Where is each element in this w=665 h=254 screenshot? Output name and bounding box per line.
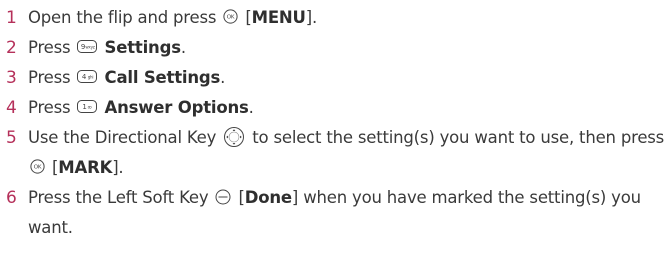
step-text: Press [28, 68, 71, 87]
step-number: 3 [6, 68, 17, 88]
step-6: 6 Press the Left Soft Key [Done] when yo… [6, 183, 665, 243]
svg-text:OK: OK [34, 165, 42, 171]
step-2: 2 Press 9 wxyz Settings. [6, 33, 665, 63]
step-text: Use the Directional Key [28, 128, 217, 147]
step-number: 4 [6, 98, 17, 118]
step-number: 2 [6, 38, 17, 58]
ok-key-icon: OK [223, 9, 238, 24]
settings-label: Settings [104, 38, 181, 57]
done-label: Done [244, 188, 292, 207]
call-settings-label: Call Settings [104, 68, 221, 87]
mark-label: MARK [58, 158, 113, 177]
svg-text:1: 1 [83, 103, 87, 111]
step-text: Press [28, 98, 71, 117]
svg-text:OK: OK [227, 15, 235, 21]
left-soft-key-icon [215, 189, 231, 205]
key-4-icon: 4 ghi [77, 70, 98, 83]
step-number: 1 [6, 8, 17, 28]
instruction-steps: 1 Open the flip and press OK [MENU]. 2 P… [0, 0, 665, 243]
directional-key-icon [223, 126, 245, 148]
svg-text:wxyz: wxyz [86, 45, 95, 50]
key-1-icon: 1ꝏ [77, 100, 98, 113]
step-4: 4 Press 1ꝏ Answer Options. [6, 93, 665, 123]
step-text: Press [28, 38, 71, 57]
step-1: 1 Open the flip and press OK [MENU]. [6, 3, 665, 33]
step-number: 5 [6, 128, 17, 148]
svg-text:ꝏ: ꝏ [88, 105, 92, 110]
step-text-continued: to select the setting(s) you want to use… [252, 128, 665, 147]
step-number: 6 [6, 188, 17, 208]
step-text: Press the Left Soft Key [28, 188, 209, 207]
step-text: Open the flip and press [28, 8, 217, 27]
step-5: 5 Use the Directional Key to select the … [6, 123, 665, 183]
menu-label: MENU [251, 8, 306, 27]
key-9-icon: 9 wxyz [77, 40, 98, 53]
ok-key-icon: OK [30, 159, 45, 174]
step-3: 3 Press 4 ghi Call Settings. [6, 63, 665, 93]
svg-text:ghi: ghi [88, 75, 94, 80]
answer-options-label: Answer Options [104, 98, 249, 117]
svg-text:4: 4 [82, 73, 87, 81]
